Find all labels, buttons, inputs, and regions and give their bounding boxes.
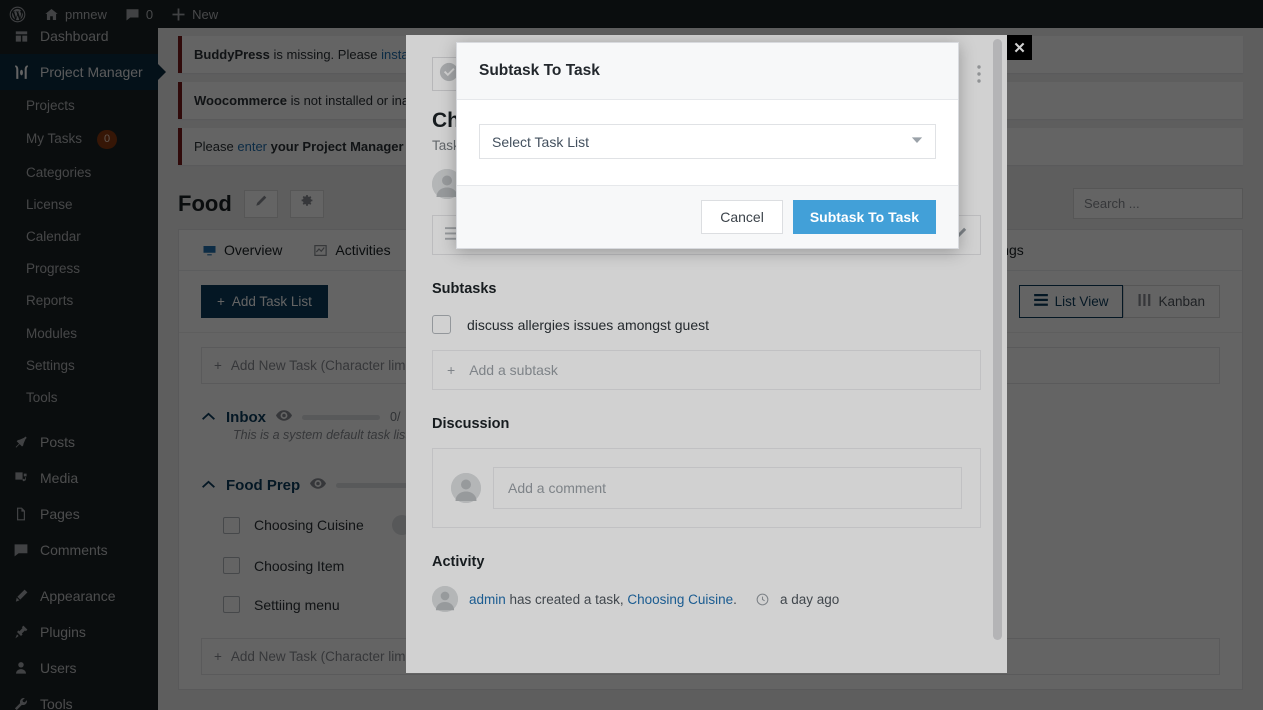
- modal-title: Subtask To Task: [479, 62, 600, 79]
- task-list-select[interactable]: Select Task List: [479, 124, 936, 159]
- chevron-down-icon: [911, 136, 923, 147]
- screen: pmnew 0 New Dashboard: [0, 0, 1263, 710]
- modal-header: Subtask To Task: [457, 43, 958, 100]
- task-list-select-value: Select Task List: [492, 133, 590, 150]
- modal-footer: Cancel Subtask To Task: [457, 185, 958, 248]
- cancel-button[interactable]: Cancel: [701, 200, 783, 234]
- modal-body: Select Task List: [457, 100, 958, 185]
- subtask-to-task-modal: Subtask To Task Select Task List Cancel …: [456, 42, 959, 249]
- subtask-to-task-submit-button[interactable]: Subtask To Task: [792, 200, 936, 234]
